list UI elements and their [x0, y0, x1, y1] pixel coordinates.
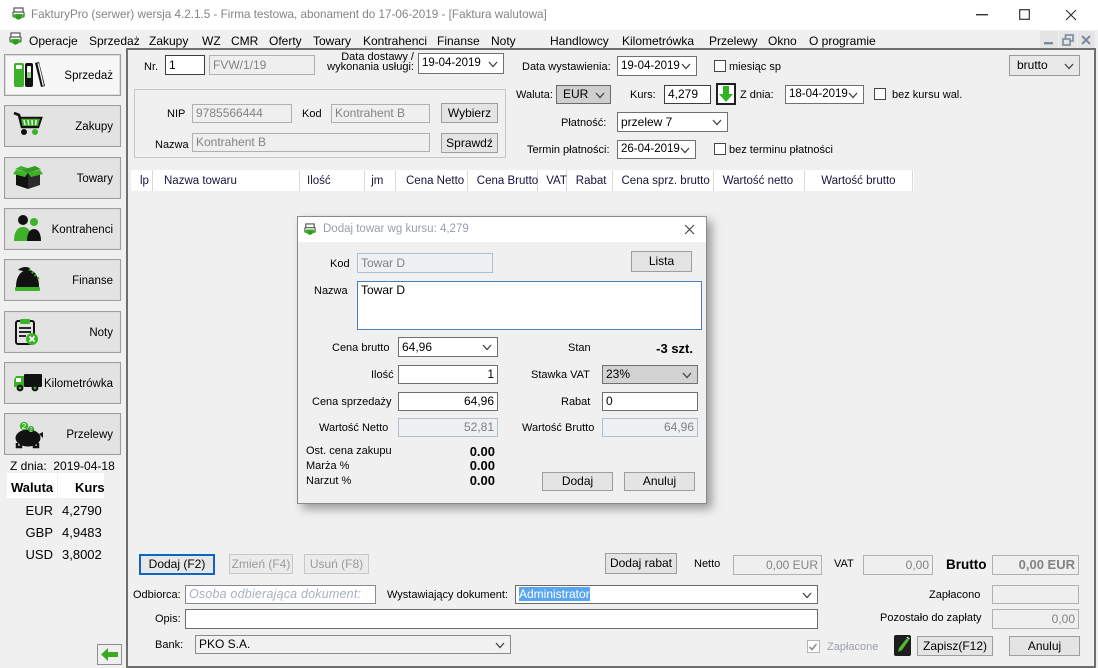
- svg-text:2: 2: [22, 422, 27, 431]
